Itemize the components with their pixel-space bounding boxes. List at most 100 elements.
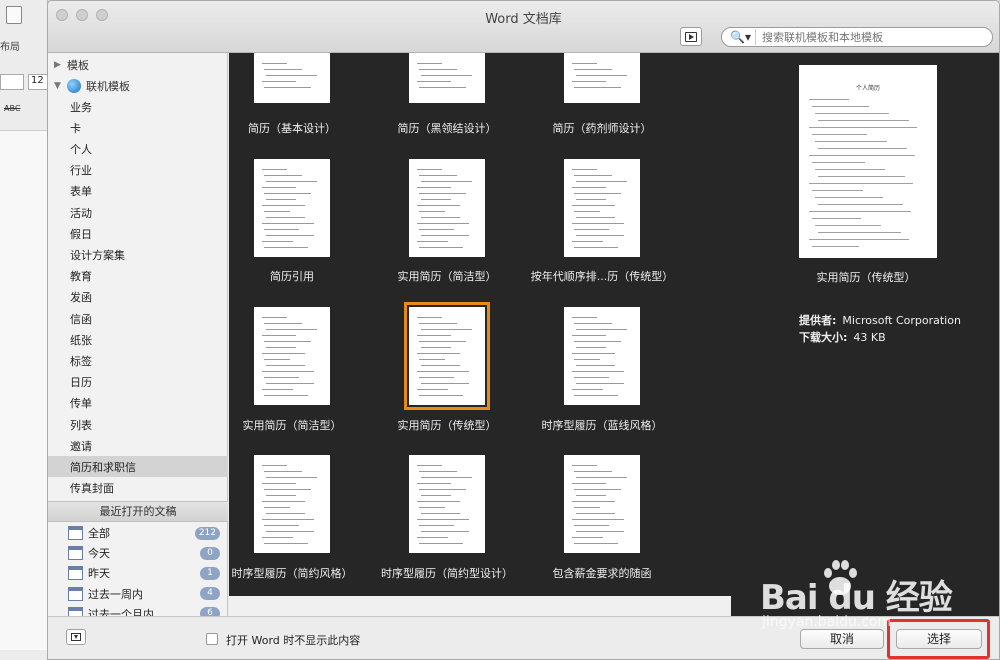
template-caption[interactable]: 简历（药剂师设计）: [527, 120, 677, 136]
sidebar-category-item[interactable]: 行业: [48, 160, 228, 181]
template-caption[interactable]: 实用简历（传统型）: [372, 417, 522, 433]
sidebar-category-label: 信函: [70, 312, 92, 326]
template-thumbnail[interactable]: [254, 53, 330, 103]
disclosure-down-icon: ▼: [54, 80, 61, 91]
template-thumbnail[interactable]: [409, 159, 485, 257]
sidebar-category-label: 简历和求职信: [70, 460, 136, 474]
sidebar-category-item[interactable]: 设计方案集: [48, 244, 228, 265]
sidebar-category-label: 传真封面: [70, 482, 114, 496]
template-thumbnail[interactable]: [564, 53, 640, 103]
template-thumbnail[interactable]: [254, 455, 330, 553]
template-caption[interactable]: 包含薪金要求的随函: [527, 565, 677, 581]
background-word-window: 布局 12 ABC: [0, 0, 48, 660]
sidebar-category-item[interactable]: 卡: [48, 117, 228, 138]
sidebar-category-label: 表单: [70, 185, 92, 199]
sidebar-category-item[interactable]: 简历和求职信: [48, 456, 228, 478]
sidebar-online-label: 联机模板: [86, 79, 130, 93]
sidebar-category-item[interactable]: 传真封面: [48, 478, 228, 499]
download-size-label: 下载大小:: [799, 331, 848, 344]
grid-footer-bar: [229, 596, 731, 616]
sidebar-category-label: 假日: [70, 227, 92, 241]
template-caption[interactable]: 简历引用: [229, 268, 367, 284]
template-thumbnail[interactable]: [564, 455, 640, 553]
sidebar-category-item[interactable]: 教育: [48, 266, 228, 287]
template-caption[interactable]: 时序型履历（简约风格）: [229, 565, 367, 581]
template-caption[interactable]: 时序型履历（简约型设计）: [372, 565, 522, 581]
sidebar-category-label: 活动: [70, 206, 92, 220]
sidebar-category-item[interactable]: 纸张: [48, 329, 228, 350]
recent-documents-item[interactable]: 今天 0: [48, 543, 228, 563]
cancel-button[interactable]: 取消: [800, 629, 884, 649]
sidebar-category-item[interactable]: 发函: [48, 287, 228, 308]
recent-item-label: 今天: [88, 547, 110, 561]
recent-documents-item[interactable]: 过去一周内 4: [48, 584, 228, 604]
recent-documents-item[interactable]: 全部 212: [48, 523, 228, 543]
recent-item-label: 昨天: [88, 567, 110, 581]
sidebar-category-label: 行业: [70, 164, 92, 178]
globe-icon: [67, 78, 81, 93]
sidebar-category-label: 发函: [70, 291, 92, 305]
strikethrough-label: ABC: [4, 104, 21, 113]
toggle-sidebar-button[interactable]: [66, 629, 86, 645]
sidebar-category-item[interactable]: 活动: [48, 202, 228, 223]
watermark-url: jingyan.baidu.com: [762, 614, 892, 630]
template-caption[interactable]: 按年代顺序排...历（传统型）: [527, 268, 677, 284]
recent-count-badge: 4: [200, 587, 220, 601]
download-size-info: 下载大小: 43 KB: [799, 329, 886, 345]
search-icon[interactable]: 🔍▾: [726, 29, 756, 45]
template-thumbnail[interactable]: [254, 159, 330, 257]
sidebar-category-item[interactable]: 列表: [48, 414, 228, 435]
save-icon: [6, 6, 22, 24]
watermark-brand: Bai du 经验: [760, 578, 953, 618]
search-field[interactable]: 🔍▾: [721, 27, 993, 47]
chevron-down-icon: [71, 633, 81, 641]
sidebar-category-label: 日历: [70, 376, 92, 390]
sidebar-category-item[interactable]: 个人: [48, 138, 228, 159]
recent-count-badge: 1: [200, 566, 220, 580]
sidebar-category-label: 传单: [70, 397, 92, 411]
sidebar-category-label: 业务: [70, 100, 92, 114]
sidebar-category-item[interactable]: 传单: [48, 393, 228, 414]
template-thumbnail[interactable]: [254, 307, 330, 405]
calendar-icon: [68, 526, 83, 540]
preview-title: 实用简历（传统型）: [816, 271, 916, 284]
sidebar-category-label: 教育: [70, 270, 92, 284]
dont-show-label: 打开 Word 时不显示此内容: [226, 634, 361, 647]
sidebar-category-item[interactable]: 信函: [48, 308, 228, 329]
search-input[interactable]: [756, 30, 981, 44]
category-sidebar: ▶ 模板 ▼ 联机模板 业务卡个人行业表单活动假日设计方案集教育发函信函纸张标签…: [48, 53, 228, 621]
disclosure-right-icon: ▶: [54, 59, 61, 70]
sidebar-category-item[interactable]: 日历: [48, 372, 228, 393]
template-caption[interactable]: 实用简历（简洁型）: [229, 417, 367, 433]
title-bar: Word 文档库 🔍▾: [48, 1, 999, 53]
font-select: [0, 74, 24, 90]
template-thumbnail[interactable]: [564, 159, 640, 257]
template-caption[interactable]: 实用简历（简洁型）: [372, 268, 522, 284]
sidebar-category-item[interactable]: 邀请: [48, 435, 228, 456]
sidebar-category-item[interactable]: 表单: [48, 181, 228, 202]
sidebar-category-item[interactable]: 假日: [48, 223, 228, 244]
sidebar-category-label: 设计方案集: [70, 248, 125, 262]
dont-show-checkbox[interactable]: [206, 633, 218, 645]
sidebar-category-label: 个人: [70, 142, 92, 156]
sidebar-category-item[interactable]: 标签: [48, 350, 228, 371]
layout-tab-label: 布局: [0, 42, 20, 53]
preview-button[interactable]: [680, 27, 702, 46]
sidebar-templates[interactable]: ▶ 模板: [48, 54, 228, 75]
template-caption[interactable]: 时序型履历（蓝线风格）: [527, 417, 677, 433]
template-thumbnail[interactable]: [404, 302, 490, 410]
template-thumbnail[interactable]: [409, 455, 485, 553]
template-caption[interactable]: 简历（基本设计）: [229, 120, 367, 136]
play-icon: [685, 31, 697, 42]
sidebar-category-item[interactable]: 业务: [48, 96, 228, 117]
preview-pane: 个人简历 实用简历（传统型） 提供者: Microsoft Corporation…: [731, 53, 999, 616]
recent-documents-item[interactable]: 昨天 1: [48, 563, 228, 583]
sidebar-category-label: 纸张: [70, 333, 92, 347]
template-thumbnail[interactable]: [564, 307, 640, 405]
sidebar-category-label: 标签: [70, 354, 92, 368]
template-caption[interactable]: 简历（黑领结设计）: [372, 120, 522, 136]
sidebar-online-templates[interactable]: ▼ 联机模板: [48, 75, 228, 96]
calendar-icon: [68, 546, 83, 561]
highlight-annotation: [887, 619, 990, 659]
template-thumbnail[interactable]: [409, 53, 485, 103]
